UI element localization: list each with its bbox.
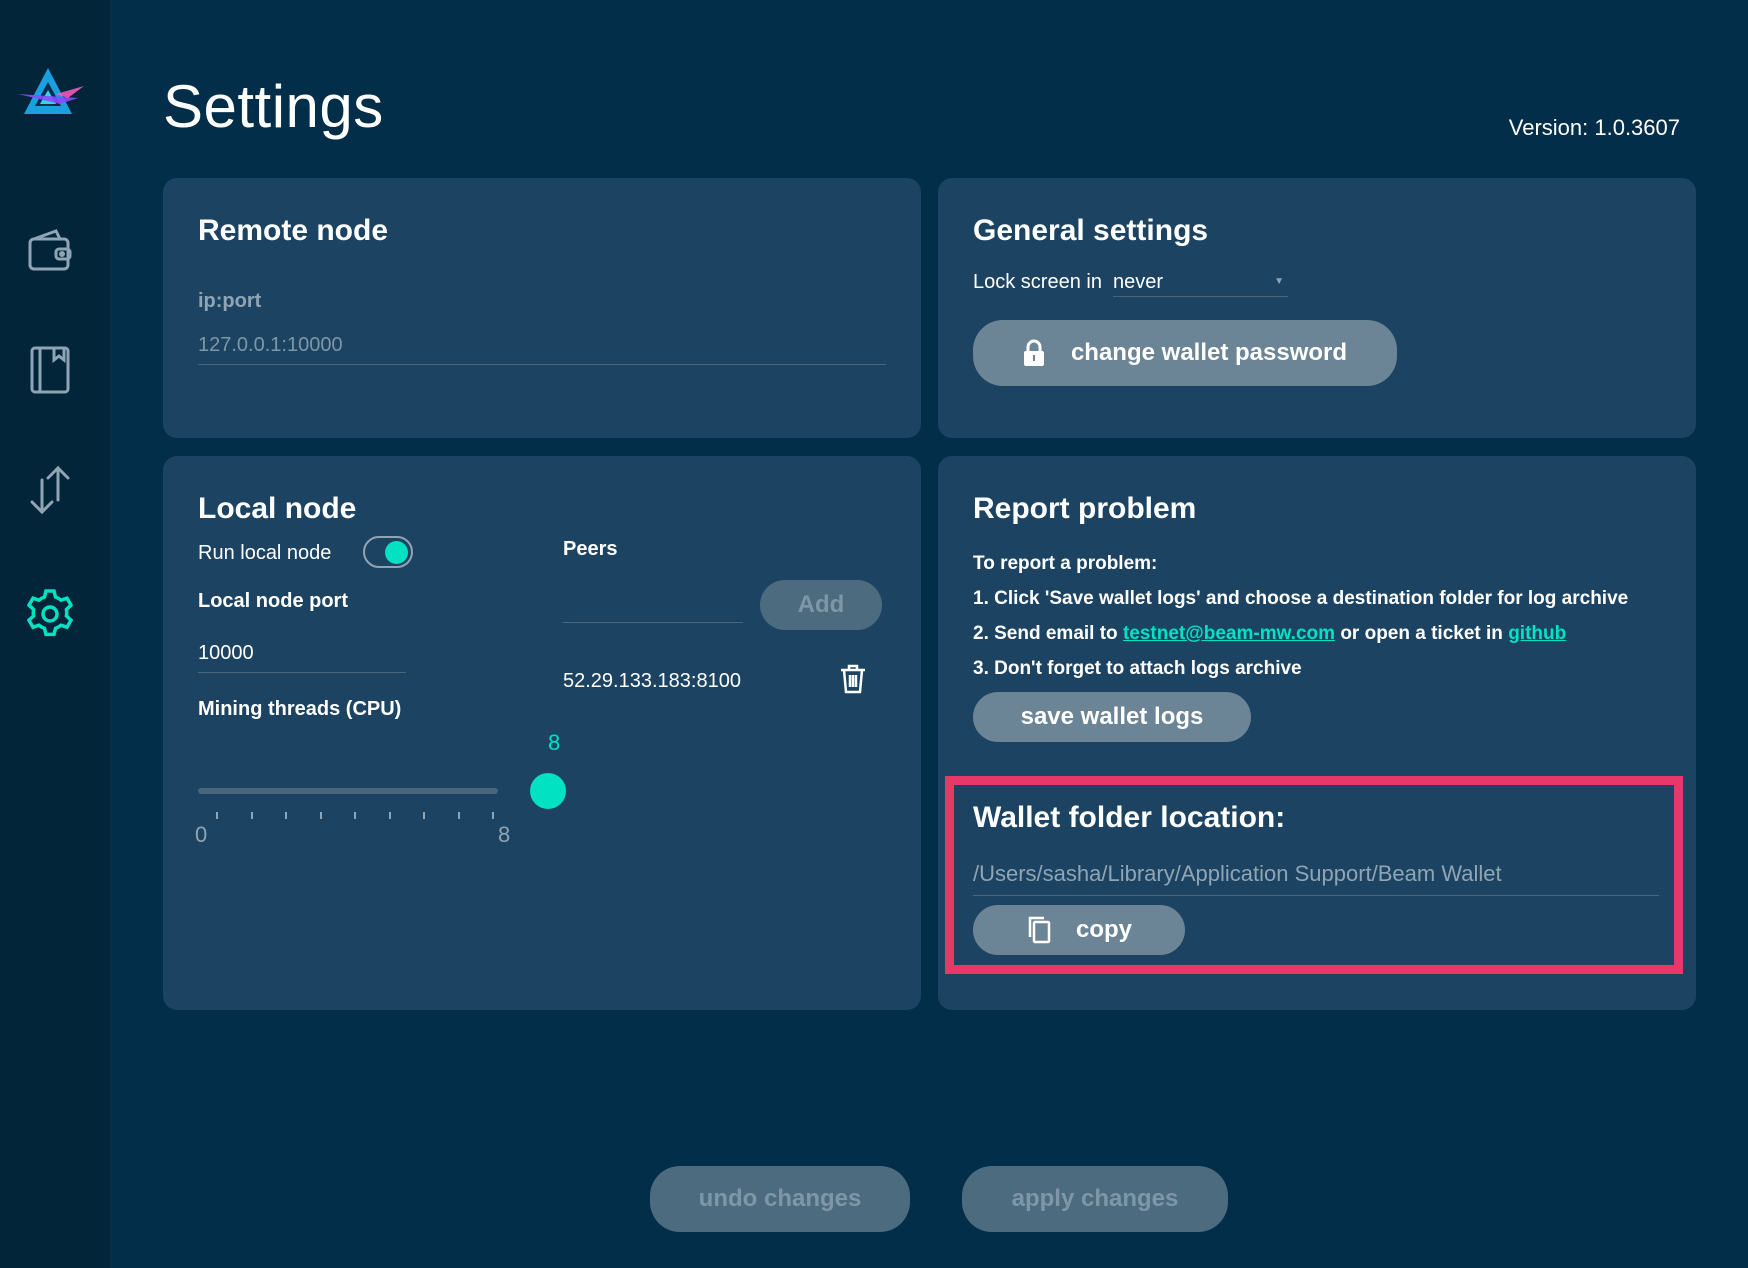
copy-label: copy [1075, 916, 1132, 943]
lock-screen-value: never [1113, 271, 1164, 293]
undo-changes-button[interactable]: undo changes [650, 1166, 910, 1232]
wallet-icon[interactable] [22, 222, 78, 278]
change-password-label: change wallet password [1070, 339, 1348, 366]
mining-slider-ticks [198, 812, 498, 822]
change-password-button[interactable]: change wallet password [973, 320, 1397, 386]
wallet-folder-underline [973, 895, 1659, 896]
report-problem-title: Report problem [973, 492, 1197, 525]
report-intro: To report a problem: [973, 553, 1158, 574]
slider-tick [423, 812, 425, 819]
wallet-folder-path: /Users/sasha/Library/Application Support… [973, 861, 1502, 886]
beam-logo-icon [16, 64, 86, 120]
slider-tick [388, 812, 391, 819]
general-settings-panel: General settings Lock screen in never ▼ … [938, 178, 1696, 438]
local-node-port-input[interactable]: 10000 [198, 642, 254, 665]
save-wallet-logs-button[interactable]: save wallet logs [973, 692, 1251, 742]
report-step-2: 2. Send email to testnet@beam-mw.com or … [973, 616, 1628, 651]
mining-max-label: 8 [498, 822, 511, 847]
local-node-title: Local node [198, 492, 357, 525]
page-title: Settings [163, 73, 384, 140]
report-problem-panel: Report problem To report a problem: 1. C… [938, 456, 1696, 1010]
lock-screen-select[interactable]: never ▼ [1113, 266, 1288, 297]
wallet-folder-highlight: Wallet folder location: /Users/sasha/Lib… [945, 776, 1683, 974]
mining-slider-handle[interactable] [530, 773, 566, 809]
chevron-down-icon: ▼ [1274, 276, 1284, 287]
sidebar [0, 0, 110, 1268]
local-node-panel: Local node Run local node Local node por… [163, 456, 921, 1010]
mining-min-label: 0 [195, 822, 208, 847]
slider-tick [285, 812, 287, 819]
report-step-2-middle: or open a ticket in [1340, 623, 1503, 644]
mining-threads-label: Mining threads (CPU) [198, 698, 402, 720]
email-link[interactable]: testnet@beam-mw.com [1123, 623, 1335, 644]
report-instructions: To report a problem: 1. Click 'Save wall… [973, 546, 1628, 686]
slider-tick [457, 812, 460, 819]
ip-port-label: ip:port [198, 290, 262, 312]
wallet-folder-title: Wallet folder location: [973, 801, 1286, 834]
remote-node-panel: Remote node ip:port 127.0.0.1:10000 [163, 178, 921, 438]
slider-tick [492, 812, 494, 819]
lock-screen-label: Lock screen in [973, 271, 1102, 293]
mining-slider-track[interactable] [198, 788, 498, 794]
lock-icon [1023, 339, 1045, 367]
peers-label: Peers [563, 538, 618, 560]
copy-button[interactable]: copy [973, 905, 1185, 955]
peer-input[interactable] [563, 622, 743, 623]
slider-tick [216, 812, 218, 819]
report-step-3: 3. Don't forget to attach logs archive [973, 658, 1302, 679]
slider-tick [250, 812, 253, 819]
github-link[interactable]: github [1508, 623, 1566, 644]
report-step-1: 1. Click 'Save wallet logs' and choose a… [973, 588, 1629, 609]
run-local-node-toggle[interactable] [363, 536, 413, 568]
local-node-port-label: Local node port [198, 590, 348, 612]
transfer-arrows-icon[interactable] [22, 462, 78, 518]
apply-changes-button[interactable]: apply changes [962, 1166, 1228, 1232]
run-local-node-label: Run local node [198, 542, 332, 564]
report-step-2-prefix: 2. Send email to [973, 623, 1118, 644]
add-peer-button[interactable]: Add [760, 580, 882, 630]
slider-tick [354, 812, 356, 819]
mining-threads-value: 8 [548, 730, 561, 755]
local-node-port-underline [198, 672, 406, 673]
version-label: Version: 1.0.3607 [1508, 115, 1680, 140]
slider-tick [319, 812, 322, 819]
remote-node-title: Remote node [198, 214, 389, 247]
copy-icon [1026, 916, 1052, 944]
address-book-icon[interactable] [22, 342, 78, 398]
toggle-knob [385, 541, 408, 564]
main-content: Settings Version: 1.0.3607 Remote node i… [110, 0, 1748, 1268]
ip-port-underline [198, 364, 886, 365]
general-settings-title: General settings [973, 214, 1209, 247]
peer-address: 52.29.133.183:8100 [563, 670, 741, 692]
ip-port-input[interactable]: 127.0.0.1:10000 [198, 334, 343, 357]
gear-icon[interactable] [22, 586, 78, 642]
trash-icon[interactable] [839, 664, 867, 699]
